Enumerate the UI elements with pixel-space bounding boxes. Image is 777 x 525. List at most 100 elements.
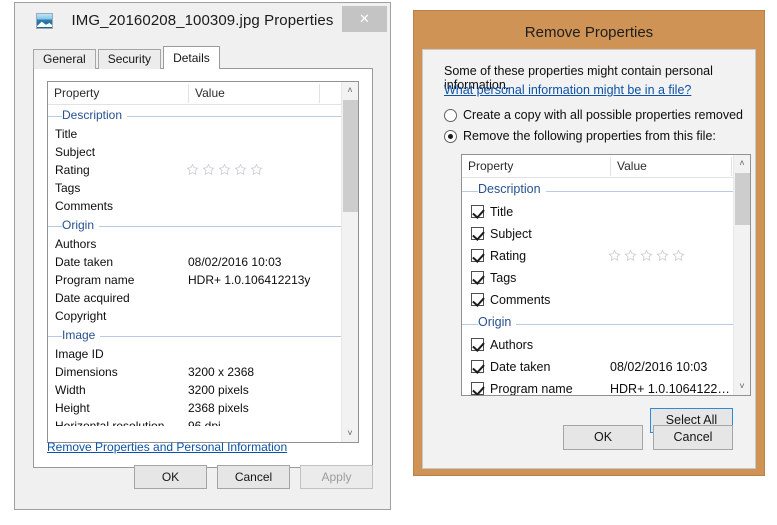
property-name: Tags (55, 181, 81, 195)
removable-properties-list[interactable]: Property Value Description Title Subject Ra… (461, 154, 751, 396)
close-icon[interactable]: ✕ (342, 6, 387, 32)
checkbox-icon[interactable] (471, 338, 484, 351)
removable-list-header: Property Value (462, 155, 750, 178)
checkbox-icon[interactable] (471, 382, 484, 395)
apply-button[interactable]: Apply (300, 465, 373, 489)
table-row[interactable]: Date acquired (48, 289, 358, 307)
scroll-up-icon[interactable]: ˄ (734, 155, 750, 172)
cancel-button[interactable]: Cancel (217, 465, 290, 489)
property-name: Subject (55, 145, 96, 159)
table-row[interactable]: Program name HDR+ 1.0.106412213y (48, 271, 358, 289)
radio-icon (444, 108, 457, 122)
group-label: Description (478, 182, 546, 196)
property-name: Rating (55, 163, 90, 177)
column-header-property: Property (54, 86, 100, 100)
scroll-down-icon[interactable]: ˅ (734, 378, 750, 395)
table-row[interactable]: Height 2368 pixels (48, 399, 358, 417)
cancel-button[interactable]: Cancel (653, 425, 733, 450)
list-item[interactable]: Authors (462, 334, 750, 356)
property-name: Copyright (55, 309, 107, 323)
property-group-origin: Origin (48, 215, 358, 235)
list-item[interactable]: Title (462, 201, 750, 223)
table-row[interactable]: Comments (48, 197, 358, 215)
ok-button[interactable]: OK (563, 425, 643, 450)
file-properties-window: IMG_20160208_100309.jpg Properties ✕ Gen… (14, 2, 391, 510)
property-name: Comments (490, 293, 551, 307)
property-name: Image ID (55, 347, 104, 361)
property-value: 2368 pixels (188, 401, 249, 415)
table-row[interactable]: Horizontal resolution 96 dpi (48, 417, 358, 426)
remove-properties-link[interactable]: Remove Properties and Personal Informati… (47, 440, 287, 454)
tab-security[interactable]: Security (97, 49, 162, 69)
scroll-up-icon[interactable]: ˄ (342, 82, 358, 99)
list-item[interactable]: Tags (462, 267, 750, 289)
details-tab-panel: Property Value Description Title Subject Ra… (33, 68, 373, 468)
property-group-description: Description (48, 105, 358, 125)
property-value: 96 dpi (188, 419, 221, 426)
property-value: 08/02/2016 10:03 (610, 360, 708, 374)
list-item[interactable]: Comments (462, 289, 750, 311)
removable-list-scrollbar[interactable]: ˄ ˅ (733, 155, 750, 395)
remove-properties-title: Remove Properties (524, 24, 654, 41)
scrollbar-thumb[interactable] (735, 173, 750, 225)
properties-body: General Security Details Property Value … (15, 41, 390, 509)
group-label: Origin (62, 218, 100, 232)
radio-create-copy[interactable]: Create a copy with all possible properti… (444, 108, 743, 122)
property-name: Authors (55, 237, 97, 251)
page-title: IMG_20160208_100309.jpg Properties (71, 12, 334, 29)
scroll-down-icon[interactable]: ˅ (342, 425, 358, 442)
list-item[interactable]: Date taken 08/02/2016 10:03 (462, 356, 750, 378)
checkbox-icon[interactable] (471, 360, 484, 373)
table-row[interactable]: Title (48, 125, 358, 143)
list-item[interactable]: Program name HDR+ 1.0.1064122… (462, 378, 750, 396)
table-row[interactable]: Copyright (48, 307, 358, 325)
property-value: HDR+ 1.0.1064122… (610, 382, 730, 396)
property-group-origin: Origin (462, 311, 750, 334)
table-row[interactable]: Dimensions 3200 x 2368 (48, 363, 358, 381)
property-name: Date acquired (55, 291, 130, 305)
properties-list[interactable]: Property Value Description Title Subject Ra… (47, 81, 359, 443)
property-name: Title (55, 127, 78, 141)
property-name: Program name (490, 382, 573, 396)
checkbox-icon[interactable] (471, 293, 484, 306)
table-row[interactable]: Rating (48, 161, 358, 179)
property-value: 08/02/2016 10:03 (188, 255, 282, 269)
property-name: Horizontal resolution (55, 419, 165, 426)
radio-selected-icon (444, 129, 457, 143)
tab-general[interactable]: General (33, 49, 96, 69)
removable-list-rows: Description Title Subject Rating Tags Comment… (462, 178, 750, 396)
table-row[interactable]: Authors (48, 235, 358, 253)
personal-info-help-link[interactable]: What personal information might be in a … (444, 83, 691, 97)
radio-remove-following[interactable]: Remove the following properties from thi… (444, 129, 716, 143)
checkbox-icon[interactable] (471, 249, 484, 262)
property-name: Tags (490, 271, 517, 285)
property-group-description: Description (462, 178, 750, 201)
properties-list-scrollbar[interactable]: ˄ ˅ (341, 82, 358, 442)
table-row[interactable]: Image ID (48, 345, 358, 363)
ok-button[interactable]: OK (134, 465, 207, 489)
rating-stars[interactable] (608, 249, 685, 262)
property-name: Height (55, 401, 90, 415)
remove-button-row: OK Cancel (563, 425, 733, 450)
table-row[interactable]: Width 3200 pixels (48, 381, 358, 399)
property-name: Rating (490, 249, 527, 263)
property-name: Title (490, 205, 514, 219)
list-item[interactable]: Subject (462, 223, 750, 245)
table-row[interactable]: Subject (48, 143, 358, 161)
properties-list-rows: Description Title Subject Rating Tags Comment… (48, 105, 358, 426)
table-row[interactable]: Tags (48, 179, 358, 197)
checkbox-icon[interactable] (471, 227, 484, 240)
property-value: 3200 x 2368 (188, 365, 255, 379)
radio-create-copy-label: Create a copy with all possible properti… (463, 108, 743, 122)
checkbox-icon[interactable] (471, 205, 484, 218)
properties-button-row: OK Cancel Apply (134, 465, 373, 489)
list-item[interactable]: Rating (462, 245, 750, 267)
checkbox-icon[interactable] (471, 271, 484, 284)
table-row[interactable]: Date taken 08/02/2016 10:03 (48, 253, 358, 271)
property-value: 3200 pixels (188, 383, 249, 397)
tab-details[interactable]: Details (163, 46, 220, 69)
properties-titlebar: IMG_20160208_100309.jpg Properties ✕ (15, 3, 390, 41)
column-header-value: Value (617, 159, 647, 173)
rating-stars[interactable] (186, 163, 263, 176)
scrollbar-thumb[interactable] (343, 100, 358, 212)
